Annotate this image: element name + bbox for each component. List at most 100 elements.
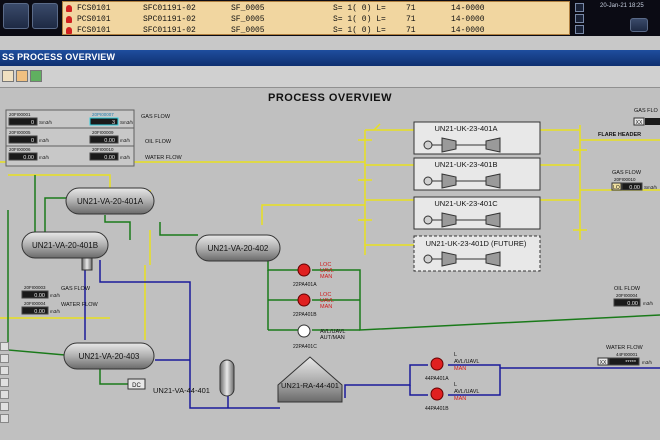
right-oil-flow-tag: 20FI00004 [616, 293, 638, 298]
mid-gas-label: GAS FLOW [61, 286, 91, 292]
pump-22pa401c[interactable]: 22PA401C AVL/UAVL AUT/MAN [293, 324, 345, 350]
compressor-label-c: UN21-UK-23-401C [434, 199, 498, 208]
right-water-flow-unit: m3/h [642, 360, 653, 365]
compressor-label-b: UN21-UK-23-401B [435, 160, 498, 169]
pump-22pa401a[interactable]: 22PA401A LOC UAVL MAN [293, 262, 334, 288]
left-unit-1b: Sm3/h [120, 120, 134, 125]
pump-tag-22pa401b: 22PA401B [293, 312, 317, 318]
left-unit-1a: Sm3/h [39, 120, 53, 125]
left-value-3a: 0.00 [23, 155, 34, 161]
nav-tab[interactable] [0, 366, 9, 375]
vessel-label-403: UN21-VA-20-403 [79, 352, 140, 361]
compressor-label-d: UN21-UK-23-401D (FUTURE) [426, 239, 527, 248]
tank-ra-44-401[interactable]: UN21-RA-44-401 [277, 356, 343, 403]
pump-status3-22pa401a: MAN [320, 274, 332, 280]
right-oil-flow-unit: m3/h [643, 301, 654, 306]
right-oil-flow-value: 0.00 [627, 301, 638, 307]
process-diagram: 20FI00001 0 Sm3/h 20PI00007 3 Sm3/h GAS … [0, 108, 660, 412]
compressor-unit-c[interactable]: UN21-UK-23-401C [413, 196, 541, 230]
left-flow-panel: 20FI00001 0 Sm3/h 20PI00007 3 Sm3/h GAS … [5, 109, 182, 167]
left-tag-3b: 20FI00010 [92, 147, 114, 152]
vessel-va-20-401a[interactable]: UN21-VA-20-401A [65, 187, 155, 215]
left-label-water-flow: WATER FLOW [145, 155, 182, 161]
left-tag-2b: 20FI00009 [92, 130, 114, 135]
pump-status2-44pa401a: AVL/UAVL [454, 359, 479, 365]
pump-status3-44pa401a: MAN [454, 366, 466, 372]
nav-tab[interactable] [0, 354, 9, 363]
pump-44pa401a[interactable]: 44PA401A L AVL/UAVL MAN [425, 352, 479, 382]
vessel-va-20-403[interactable]: UN21-VA-20-403 [63, 342, 155, 370]
right-lo-text: LO [613, 185, 620, 191]
mid-gas-flow-readout: 20FI00003 0.00 m3/h GAS FLOW [21, 285, 91, 299]
mid-water-unit: m3/h [50, 309, 61, 314]
right-xx-top: XX [636, 120, 643, 126]
vessel-label-401b: UN21-VA-20-401B [32, 241, 98, 250]
left-nav-tabs [0, 338, 10, 438]
dc-box[interactable]: DC [127, 378, 146, 390]
pump-tag-44pa401a: 44PA401A [425, 376, 449, 382]
left-label-oil-flow: OIL FLOW [145, 139, 172, 145]
left-value-2a: 0 [31, 138, 34, 144]
left-label-gas-flow: GAS FLOW [141, 114, 171, 120]
vessel-va-20-402[interactable]: UN21-VA-20-402 [195, 234, 281, 262]
left-value-1b: 3 [112, 120, 115, 126]
compressor-unit-d-future[interactable]: UN21-UK-23-401D (FUTURE) [413, 235, 541, 272]
right-water-flow-tag: 44FI00001 [616, 352, 638, 357]
compressor-unit-a[interactable]: UN21-UK-23-401A [413, 121, 541, 155]
left-tag-1a: 20FI00001 [9, 112, 31, 117]
nav-tab[interactable] [0, 402, 9, 411]
nav-tab[interactable] [0, 414, 9, 423]
mid-water-label: WATER FLOW [61, 302, 98, 308]
vessel-label-44-401: UN21-VA-44-401 [153, 386, 210, 395]
vessel-va-20-401b[interactable]: UN21-VA-20-401B [21, 231, 109, 271]
left-tag-1b: 20PI00007 [92, 112, 114, 117]
right-gas-flow-top-label: GAS FLO [634, 108, 659, 114]
nav-tab[interactable] [0, 390, 9, 399]
right-gas-flow-tag: 20FI00010 [614, 177, 636, 182]
pump-tag-22pa401c: 22PA401C [293, 344, 317, 350]
mid-gas-value: 0.00 [34, 293, 45, 299]
pump-tag-22pa401a: 22PA401A [293, 282, 317, 288]
pump-44pa401b[interactable]: 44PA401B L AVL/UAVL MAN [425, 382, 479, 412]
left-value-2b: 0.00 [104, 138, 115, 144]
vessel-va-44-401[interactable]: UN21-VA-44-401 [153, 359, 235, 397]
pump-status2-22pa401c: AUT/MAN [320, 335, 345, 341]
left-unit-3b: m3/h [120, 155, 131, 160]
left-value-1a: 0 [31, 120, 34, 126]
tank-label-ra-44-401: UN21-RA-44-401 [281, 381, 339, 390]
right-gas-flow-label: GAS FLOW [612, 170, 642, 176]
mid-water-value: 0.00 [34, 309, 45, 315]
vessel-label-401a: UN21-VA-20-401A [77, 197, 144, 206]
right-gas-flow-value: 0.00 [629, 185, 640, 191]
right-gas-flow-unit: Sm3/h [644, 185, 658, 190]
pump-status1-44pa401a: L [454, 352, 457, 358]
left-unit-3a: m3/h [39, 155, 50, 160]
pump-status2-44pa401b: AVL/UAVL [454, 389, 479, 395]
nav-tab[interactable] [0, 342, 9, 351]
left-unit-2a: m3/h [39, 138, 50, 143]
dc-label: DC [132, 383, 141, 389]
nav-tab[interactable] [0, 378, 9, 387]
mid-water-tag: 20FI00004 [24, 301, 46, 306]
left-unit-2b: m3/h [120, 138, 131, 143]
compressor-unit-b[interactable]: UN21-UK-23-401B [413, 157, 541, 191]
right-water-flow-label: WATER FLOW [606, 345, 643, 351]
right-water-flow-value: ***** [625, 360, 637, 366]
compressor-label-a: UN21-UK-23-401A [435, 124, 498, 133]
pump-status1-44pa401b: L [454, 382, 457, 388]
vessel-label-402: UN21-VA-20-402 [208, 244, 269, 253]
pump-status3-22pa401b: MAN [320, 304, 332, 310]
left-tag-3a: 20FI00006 [9, 147, 31, 152]
right-oil-flow-label: OIL FLOW [614, 286, 641, 292]
mid-gas-tag: 20FI00003 [24, 285, 46, 290]
mid-gas-unit: m3/h [50, 293, 61, 298]
right-xx-text: XX [600, 360, 607, 366]
pump-status3-44pa401b: MAN [454, 396, 466, 402]
right-panel: GAS FLO XX FLARE HEADER GAS FLOW 20FI000… [597, 108, 660, 366]
pump-tag-44pa401b: 44PA401B [425, 406, 449, 412]
right-flare-header-label: FLARE HEADER [598, 132, 641, 138]
pump-22pa401b[interactable]: 22PA401B LOC UAVL MAN [293, 292, 334, 318]
left-value-3b: 0.00 [104, 155, 115, 161]
left-tag-2a: 20FI00005 [9, 130, 31, 135]
mid-water-flow-readout: 20FI00004 0.00 m3/h WATER FLOW [21, 301, 98, 315]
